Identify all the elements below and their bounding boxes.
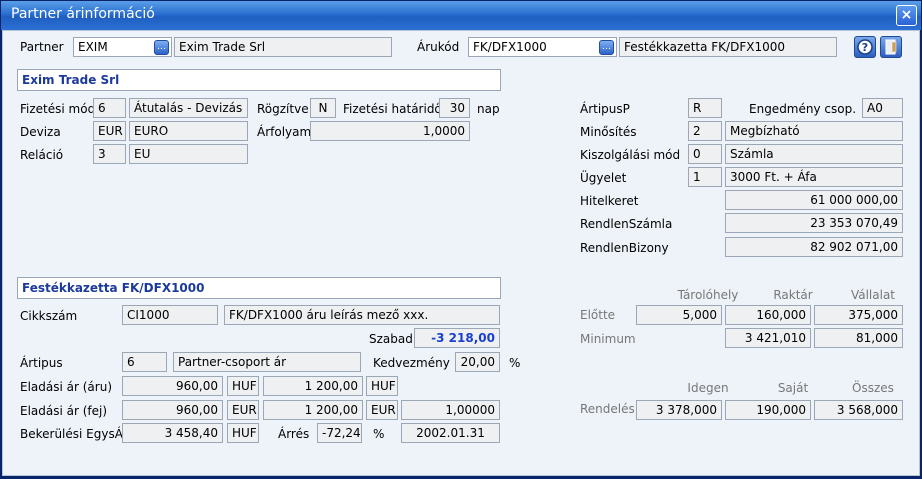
col-vallalat: Vállalat xyxy=(850,288,896,302)
engedmeny-label: Engedmény csop. xyxy=(749,102,857,116)
arukod-label: Árukód xyxy=(417,40,460,54)
artipusp-label: ÁrtipusP xyxy=(580,102,630,116)
kedvezmeny-field: 20,00 xyxy=(455,352,500,372)
szabad-field: -3 218,00 xyxy=(414,328,500,348)
minosites-label: Minősítés xyxy=(580,125,637,139)
close-button[interactable]: × xyxy=(896,5,917,26)
minosites-name: Megbízható xyxy=(725,121,903,141)
artipus-name: Partner-csoport ár xyxy=(173,352,361,372)
cikkszam-code: CI1000 xyxy=(122,305,218,325)
rendeles-label: Rendelés xyxy=(580,402,635,416)
rendeles-osszes: 3 568,000 xyxy=(814,400,903,420)
fizetesi-mod-name: Átutalás - Devizás xyxy=(129,98,248,118)
arfolyam-field: 1,0000 xyxy=(310,121,470,141)
rendlenszamla-field: 23 353 070,49 xyxy=(725,213,903,233)
date-field: 2002.01.31 xyxy=(401,423,500,443)
hatarido-unit: nap xyxy=(477,102,500,116)
elotte-label: Előtte xyxy=(580,308,616,322)
partner-label: Partner xyxy=(20,40,64,54)
title-bar[interactable]: Partner árinformáció × xyxy=(1,1,921,30)
cikkszam-desc: FK/DFX1000 áru leírás mező xxx. xyxy=(224,305,500,325)
arukod-name-field: Festékkazetta FK/DFX1000 xyxy=(619,37,837,57)
rendlenszamla-label: RendlenSzámla xyxy=(580,217,673,231)
artipus-label: Ártipus xyxy=(20,356,63,370)
window-title: Partner árinformáció xyxy=(11,6,155,22)
minimum-vallalat: 81,000 xyxy=(814,328,903,348)
col-osszes: Összes xyxy=(852,381,894,395)
arres-label: Árrés xyxy=(278,427,310,441)
bekerulesi-price: 3 458,40 xyxy=(122,423,223,443)
elad-aru-price1: 960,00 xyxy=(122,376,223,396)
help-icon: ? xyxy=(857,39,873,55)
cikkszam-label: Cikkszám xyxy=(20,309,78,323)
rogzitve-label: Rögzítve xyxy=(257,102,309,116)
hitelkeret-label: Hitelkeret xyxy=(580,194,639,208)
rogzitve-field: N xyxy=(310,98,336,118)
rendeles-sajat: 190,000 xyxy=(725,400,811,420)
kiszolgalasi-code: 0 xyxy=(688,144,722,164)
ugyelet-name: 3000 Ft. + Áfa xyxy=(725,167,903,187)
exit-button[interactable] xyxy=(880,36,902,58)
artipusp-field: R xyxy=(688,98,722,118)
kiszolgalasi-label: Kiszolgálási mód xyxy=(580,148,681,162)
elad-fej-cur2: EUR xyxy=(366,400,398,420)
rendlenbizony-label: RendlenBizony xyxy=(580,241,669,255)
arres-field: -72,24 xyxy=(317,423,362,443)
engedmeny-field: A0 xyxy=(862,98,903,118)
artipus-code: 6 xyxy=(122,352,167,372)
minimum-label: Minimum xyxy=(580,332,636,346)
ugyelet-label: Ügyelet xyxy=(580,171,627,185)
relacio-name: EU xyxy=(129,144,248,164)
kedvezmeny-unit: % xyxy=(509,356,521,370)
elad-fej-cur1: EUR xyxy=(227,400,259,420)
elad-aru-cur2: HUF xyxy=(366,376,398,396)
arukod-picker-icon[interactable]: … xyxy=(599,40,614,55)
exit-door-icon xyxy=(885,39,897,55)
hitelkeret-field: 61 000 000,00 xyxy=(725,190,903,210)
relacio-label: Reláció xyxy=(20,148,64,162)
minosites-code: 2 xyxy=(688,121,722,141)
rendlenbizony-field: 82 902 071,00 xyxy=(725,237,903,257)
kedvezmeny-label: Kedvezmény xyxy=(373,356,450,370)
arukod-code-input[interactable]: FK/DFX1000 xyxy=(468,37,617,57)
bekerulesi-cur: HUF xyxy=(227,423,259,443)
kiszolgalasi-name: Számla xyxy=(725,144,903,164)
deviza-label: Deviza xyxy=(20,125,61,139)
elad-aru-price2: 1 200,00 xyxy=(263,376,363,396)
elad-fej-price1: 960,00 xyxy=(122,400,223,420)
arres-unit: % xyxy=(373,427,385,441)
elad-fej-label: Eladási ár (fej) xyxy=(20,404,108,418)
partner-picker-icon[interactable]: … xyxy=(154,40,169,55)
elad-fej-rate: 1,00000 xyxy=(401,400,500,420)
elotte-vallalat: 375,000 xyxy=(814,305,903,325)
svg-text:?: ? xyxy=(862,41,868,54)
elotte-raktar: 160,000 xyxy=(725,305,811,325)
window-body: Partner EXIM … Exim Trade Srl Árukód FK/… xyxy=(2,30,920,476)
partner-name-field: Exim Trade Srl xyxy=(174,37,392,57)
fizetesi-mod-code: 6 xyxy=(93,98,126,118)
arfolyam-label: Árfolyam xyxy=(257,125,312,139)
partner-price-info-window: Partner árinformáció × Partner EXIM … Ex… xyxy=(0,0,922,479)
szabad-label: Szabad xyxy=(369,332,413,346)
elad-fej-price2: 1 200,00 xyxy=(263,400,363,420)
elotte-tarolohely: 5,000 xyxy=(636,305,722,325)
rendeles-idegen: 3 378,000 xyxy=(636,400,722,420)
bekerulesi-label: Bekerülési EgysÁr xyxy=(20,427,128,441)
fizetesi-mod-label: Fizetési mód xyxy=(20,102,96,116)
relacio-code: 3 xyxy=(93,144,126,164)
hatarido-label: Fizetési határidő xyxy=(343,102,442,116)
elad-aru-cur1: HUF xyxy=(227,376,259,396)
hatarido-field: 30 xyxy=(439,98,470,118)
deviza-name: EURO xyxy=(129,121,248,141)
ugyelet-code: 1 xyxy=(688,167,722,187)
help-button[interactable]: ? xyxy=(854,36,876,58)
partner-section-header: Exim Trade Srl xyxy=(17,69,501,91)
minimum-raktar: 3 421,010 xyxy=(725,328,811,348)
elad-aru-label: Eladási ár (áru) xyxy=(20,380,112,394)
item-section-header: Festékkazetta FK/DFX1000 xyxy=(17,277,501,299)
deviza-code: EUR xyxy=(93,121,126,141)
